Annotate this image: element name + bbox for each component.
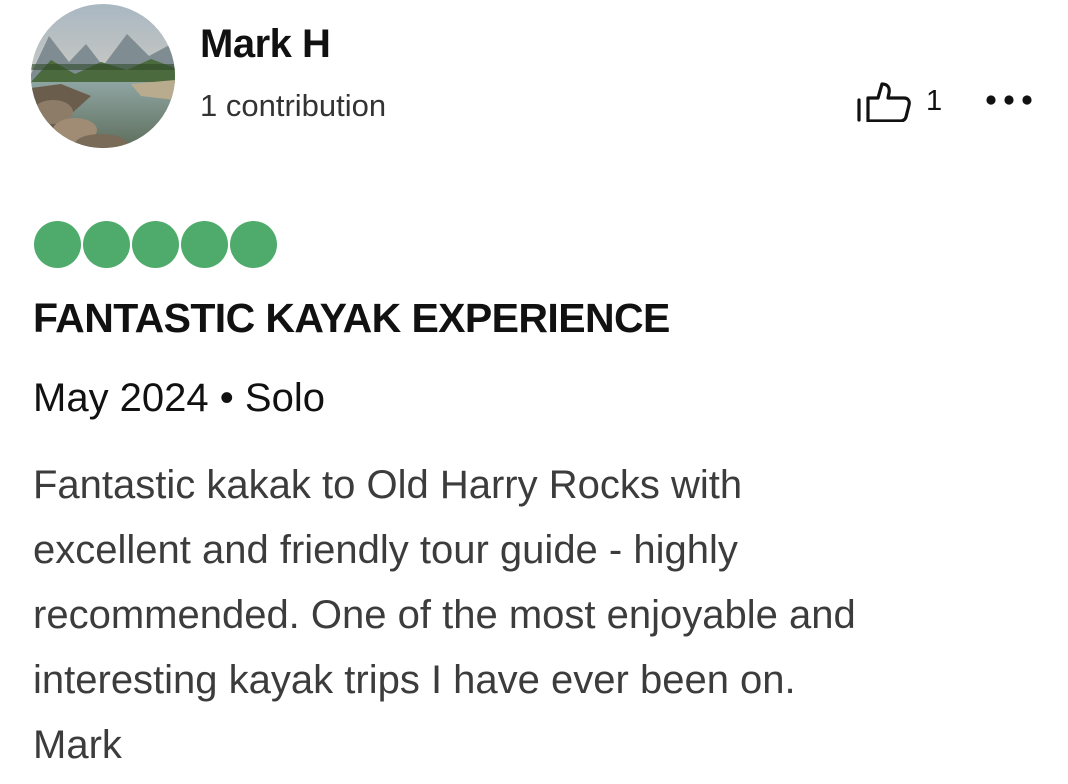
review-text-line: recommended. One of the most enjoyable a… bbox=[33, 593, 856, 637]
review-text-line: Mark bbox=[33, 723, 122, 767]
avatar[interactable] bbox=[31, 4, 175, 148]
rating-bubbles bbox=[34, 221, 277, 268]
trip-date-type: May 2024 • Solo bbox=[33, 376, 325, 420]
review-title: FANTASTIC KAYAK EXPERIENCE bbox=[33, 295, 670, 341]
rating-bubble-icon bbox=[83, 221, 130, 268]
review-text-line: Fantastic kakak to Old Harry Rocks with bbox=[33, 463, 743, 507]
review-text-line: excellent and friendly tour guide - high… bbox=[33, 528, 738, 572]
helpful-vote-button[interactable]: 1 bbox=[856, 80, 942, 122]
reviewer-name[interactable]: Mark H bbox=[200, 22, 331, 67]
rating-bubble-icon bbox=[132, 221, 179, 268]
rating-bubble-icon bbox=[181, 221, 228, 268]
rating-bubble-icon bbox=[34, 221, 81, 268]
review-text: Fantastic kakak to Old Harry Rocks with … bbox=[33, 453, 1063, 778]
avatar-image bbox=[31, 4, 175, 148]
helpful-count: 1 bbox=[926, 84, 943, 117]
review-text-line: interesting kayak trips I have ever been… bbox=[33, 658, 796, 702]
thumbs-up-icon bbox=[857, 82, 911, 122]
rating-bubble-icon bbox=[230, 221, 277, 268]
more-options-icon bbox=[986, 95, 1032, 105]
contribution-count: 1 contribution bbox=[200, 88, 387, 123]
more-options-button[interactable] bbox=[984, 88, 1034, 112]
